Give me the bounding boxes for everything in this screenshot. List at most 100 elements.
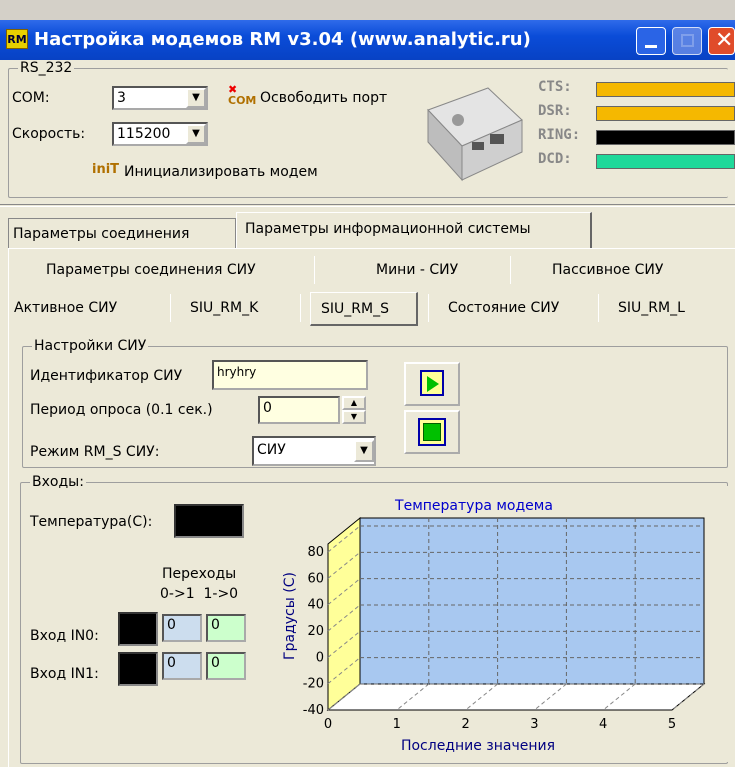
tab-separator (598, 294, 599, 322)
temperature-chart: Температура модема 80 60 40 20 0 -20 -40 0 1 2 3 4… (250, 486, 728, 762)
maximize-icon (681, 34, 694, 47)
window-title: Настройка модемов RM v3.04 (www.analytic… (34, 29, 531, 50)
poll-period-value: 0 (263, 400, 272, 416)
com-value: 3 (117, 90, 126, 106)
chart-title: Температура модема (394, 498, 553, 514)
com-label: COM: (12, 90, 50, 106)
mode-label: Режим RM_S СИУ: (30, 444, 160, 460)
tab-separator (300, 294, 301, 322)
init-modem-button[interactable]: Инициализировать модем (124, 164, 318, 180)
chart-y-label: Градусы (С) (282, 572, 298, 660)
start-button[interactable] (404, 362, 460, 406)
tab-separator (314, 256, 315, 284)
chart-y-tick-label: 20 (307, 624, 324, 639)
chart-y-tick-label: -40 (303, 703, 324, 718)
tab-passive-siu[interactable]: Пассивное СИУ (552, 262, 663, 278)
tab-siu-rm-k[interactable]: SIU_RM_K (190, 300, 258, 316)
minimize-icon (645, 45, 657, 48)
signal-label: RING: (538, 127, 581, 143)
siu-id-value: hryhry (217, 365, 257, 379)
chart-y-tick-label: 80 (307, 545, 324, 560)
signal-bar (596, 82, 735, 97)
in1-fall-counter: 0 (206, 652, 246, 680)
minimize-button[interactable] (636, 27, 666, 55)
chart-x-label: Последние значения (401, 738, 555, 754)
title-bar[interactable]: RM Настройка модемов RM v3.04 (www.analy… (0, 20, 735, 60)
tab-info-system-params-label: Параметры информационной системы (245, 221, 531, 237)
close-button[interactable]: ✕ (708, 27, 735, 55)
com-free-icon: ✖ COM (228, 83, 257, 107)
siu-id-input[interactable]: hryhry (212, 360, 368, 390)
free-port-button[interactable]: Освободить порт (260, 90, 387, 106)
chart-back-wall (359, 517, 705, 685)
signal-bar (596, 154, 735, 169)
chart-floor (326, 683, 706, 711)
tab-siu-connection-params[interactable]: Параметры соединения СИУ (46, 262, 256, 278)
poll-period-spinner[interactable]: ▲ ▼ (342, 396, 368, 424)
tab-mini-siu[interactable]: Мини - СИУ (376, 262, 458, 278)
siu-id-label: Идентификатор СИУ (30, 368, 183, 384)
signal-label: DCD: (538, 151, 572, 167)
tab-siu-state[interactable]: Состояние СИУ (448, 300, 559, 316)
stop-icon (423, 423, 441, 441)
tab-separator (170, 294, 171, 322)
maximize-button[interactable] (672, 27, 702, 55)
app-icon: RM (6, 29, 28, 49)
inputs-group-label: Входы: (30, 474, 86, 490)
in0-fall-counter: 0 (206, 614, 246, 642)
in0-rise-value: 0 (167, 617, 176, 633)
poll-period-label: Период опроса (0.1 сек.) (30, 402, 213, 418)
tab-connection-params-label: Параметры соединения (13, 226, 190, 242)
tab-siu-rm-s[interactable]: SIU_RM_S (310, 292, 418, 326)
in1-led (118, 652, 158, 686)
chevron-down-icon[interactable]: ▼ (186, 124, 206, 144)
temperature-label: Температура(С): (30, 514, 153, 530)
com-select[interactable]: 3 ▼ (112, 86, 208, 110)
play-icon-frame (420, 370, 444, 396)
tab-connection-params[interactable]: Параметры соединения (8, 218, 236, 248)
chart-x-tick-label: 3 (530, 717, 538, 732)
chart-y-tick-label: 0 (316, 650, 324, 665)
tab-siu-rm-l[interactable]: SIU_RM_L (618, 300, 685, 316)
speed-label: Скорость: (12, 126, 86, 142)
spin-down-icon[interactable]: ▼ (342, 410, 366, 424)
chart-y-tick-label: -20 (303, 677, 324, 692)
background-strip (0, 0, 735, 20)
temperature-display (174, 504, 244, 538)
in0-rise-counter: 0 (162, 614, 202, 642)
chart-y-tick-label: 60 (307, 571, 324, 586)
chevron-down-icon[interactable]: ▼ (354, 440, 374, 462)
siu-settings-label: Настройки СИУ (32, 338, 149, 354)
mode-value: СИУ (257, 442, 286, 458)
poll-period-input[interactable]: 0 (258, 396, 340, 424)
in0-led (118, 612, 158, 646)
in1-fall-value: 0 (211, 655, 220, 671)
stop-button[interactable] (404, 410, 460, 454)
spin-up-icon[interactable]: ▲ (342, 396, 366, 410)
tab-separator (510, 256, 511, 284)
chart-x-tick-label: 4 (599, 717, 607, 732)
tab-active-siu[interactable]: Активное СИУ (14, 300, 117, 316)
signal-bar (596, 106, 735, 121)
speed-value: 115200 (117, 126, 171, 142)
chart-x-tick-label: 2 (461, 717, 469, 732)
rs232-group-label: RS_232 (18, 60, 75, 76)
signal-bar (596, 130, 735, 145)
transitions-columns: 0->1 1->0 (160, 586, 239, 602)
signal-label: DSR: (538, 103, 572, 119)
chart-x-tick-label: 5 (668, 717, 676, 732)
speed-select[interactable]: 115200 ▼ (112, 122, 208, 146)
in1-rise-value: 0 (167, 655, 176, 671)
chart-side-wall (327, 516, 361, 712)
stop-icon-frame (418, 418, 446, 446)
chart-y-tick-label: 40 (307, 598, 324, 613)
mode-select[interactable]: СИУ ▼ (252, 436, 376, 466)
init-icon: iniT (92, 162, 120, 177)
tab-siu-rm-s-label: SIU_RM_S (321, 301, 389, 317)
transitions-label: Переходы (162, 566, 237, 582)
signal-label: CTS: (538, 79, 572, 95)
chevron-down-icon[interactable]: ▼ (186, 88, 206, 108)
in1-rise-counter: 0 (162, 652, 202, 680)
tab-info-system-params[interactable]: Параметры информационной системы (236, 212, 592, 248)
in1-label: Вход IN1: (30, 666, 99, 682)
